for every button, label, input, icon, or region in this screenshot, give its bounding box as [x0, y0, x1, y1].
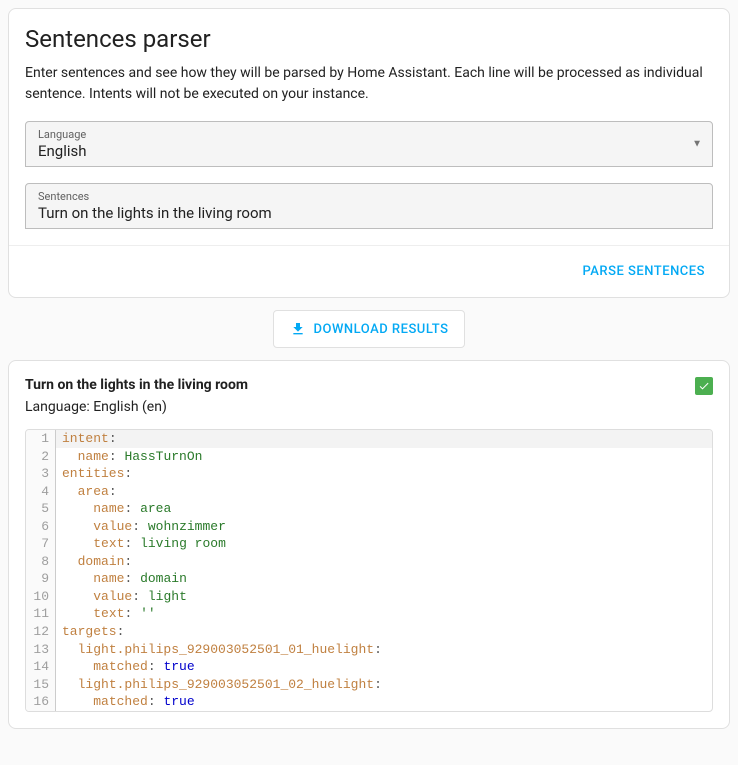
code-content: light.philips_929003052501_02_huelight:: [56, 676, 382, 694]
language-label: Language: [38, 128, 700, 141]
code-content: domain:: [56, 553, 132, 571]
code-line: 5 name: area: [26, 500, 712, 518]
code-line: 3entities:: [26, 465, 712, 483]
line-number: 15: [26, 676, 56, 694]
line-number: 2: [26, 448, 56, 466]
code-content: name: domain: [56, 570, 187, 588]
code-content: value: wohnzimmer: [56, 518, 226, 536]
download-button-label: Download Results: [314, 322, 449, 337]
sentences-input-wrapper: Sentences: [25, 183, 713, 229]
yaml-code-block: 1intent:2 name: HassTurnOn3entities:4 ar…: [25, 429, 713, 712]
code-line: 4 area:: [26, 483, 712, 501]
code-content: entities:: [56, 465, 132, 483]
code-content: text: '': [56, 605, 156, 623]
parser-description: Enter sentences and see how they will be…: [25, 63, 713, 105]
line-number: 5: [26, 500, 56, 518]
code-line: 13 light.philips_929003052501_01_hueligh…: [26, 641, 712, 659]
parse-button[interactable]: Parse Sentences: [574, 256, 713, 287]
code-content: area:: [56, 483, 117, 501]
line-number: 12: [26, 623, 56, 641]
language-select[interactable]: Language English ▼: [25, 121, 713, 167]
line-number: 1: [26, 430, 56, 448]
line-number: 4: [26, 483, 56, 501]
download-button[interactable]: Download Results: [273, 310, 466, 348]
code-line: 1intent:: [26, 430, 712, 448]
line-number: 16: [26, 693, 56, 711]
card-actions: Parse Sentences: [9, 245, 729, 297]
parser-card: Sentences parser Enter sentences and see…: [8, 8, 730, 298]
code-content: value: light: [56, 588, 187, 606]
code-content: matched: true: [56, 693, 195, 711]
line-number: 14: [26, 658, 56, 676]
result-card: Turn on the lights in the living room La…: [8, 360, 730, 729]
code-content: text: living room: [56, 535, 226, 553]
line-number: 11: [26, 605, 56, 623]
line-number: 13: [26, 641, 56, 659]
sentences-label: Sentences: [38, 190, 700, 203]
sentences-input[interactable]: [38, 204, 700, 222]
code-content: targets:: [56, 623, 124, 641]
download-icon: [290, 321, 306, 337]
result-title: Turn on the lights in the living room: [25, 377, 248, 393]
code-line: 11 text: '': [26, 605, 712, 623]
result-language: Language: English (en): [25, 399, 713, 415]
chevron-down-icon: ▼: [692, 139, 702, 150]
code-line: 7 text: living room: [26, 535, 712, 553]
result-header: Turn on the lights in the living room: [25, 377, 713, 395]
line-number: 3: [26, 465, 56, 483]
line-number: 9: [26, 570, 56, 588]
code-line: 8 domain:: [26, 553, 712, 571]
code-line: 16 matched: true: [26, 693, 712, 711]
code-content: intent:: [56, 430, 117, 448]
parser-title: Sentences parser: [25, 25, 713, 53]
success-badge: [695, 377, 713, 395]
code-line: 6 value: wohnzimmer: [26, 518, 712, 536]
line-number: 6: [26, 518, 56, 536]
code-content: name: area: [56, 500, 171, 518]
line-number: 10: [26, 588, 56, 606]
code-content: name: HassTurnOn: [56, 448, 202, 466]
code-content: matched: true: [56, 658, 195, 676]
line-number: 8: [26, 553, 56, 571]
code-content: light.philips_929003052501_01_huelight:: [56, 641, 382, 659]
language-value: English: [38, 142, 700, 160]
code-line: 2 name: HassTurnOn: [26, 448, 712, 466]
code-line: 12targets:: [26, 623, 712, 641]
code-line: 14 matched: true: [26, 658, 712, 676]
code-line: 10 value: light: [26, 588, 712, 606]
code-line: 15 light.philips_929003052501_02_hueligh…: [26, 676, 712, 694]
download-row: Download Results: [8, 310, 730, 348]
code-line: 9 name: domain: [26, 570, 712, 588]
line-number: 7: [26, 535, 56, 553]
